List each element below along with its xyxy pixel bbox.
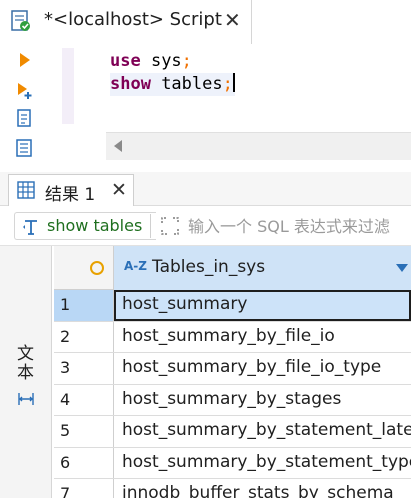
explain-plan-icon[interactable]	[14, 108, 34, 128]
code-keyword: use	[110, 51, 141, 71]
sql-editor[interactable]: use sys; show tables;	[0, 44, 411, 166]
table-row[interactable]: 4 host_summary_by_stages	[54, 384, 411, 416]
code-keyword: show	[110, 74, 151, 94]
code-identifier: sys	[140, 51, 182, 71]
row-number: 1	[54, 290, 114, 321]
table-row[interactable]: 1 host_summary	[54, 290, 411, 322]
grid-icon	[17, 181, 35, 199]
code-identifier: tables	[150, 74, 223, 94]
expand-icon[interactable]	[160, 216, 180, 236]
text-view-label: 文本	[13, 344, 33, 382]
filter-input[interactable]	[188, 211, 411, 241]
select-all-icon[interactable]	[90, 261, 104, 275]
results-view-switcher: 网格 文本	[0, 246, 411, 498]
column-header-tables-in-sys[interactable]: A-Z Tables_in_sys	[114, 246, 411, 290]
scroll-left-icon[interactable]	[114, 140, 122, 152]
script-editor-tab[interactable]: *<localhost> Script ✕	[0, 0, 252, 44]
results-tab-bar: 结果 1 ✕	[0, 172, 411, 206]
code-line-2: show tables;	[110, 73, 235, 96]
column-header-label: Tables_in_sys	[152, 257, 266, 277]
code-area[interactable]: use sys; show tables;	[110, 50, 235, 96]
code-line-1: use sys;	[110, 50, 235, 73]
results-grid[interactable]: A-Z Tables_in_sys 1 host_summary 2 host_…	[54, 246, 411, 498]
table-cell[interactable]: host_summary	[114, 290, 411, 321]
row-number: 7	[54, 479, 114, 498]
close-icon[interactable]: ✕	[111, 179, 127, 201]
text-view-button[interactable]: 文本	[12, 340, 40, 422]
text-caret	[232, 73, 235, 92]
results-tab-label: 结果 1	[45, 185, 96, 205]
close-icon[interactable]: ✕	[224, 10, 242, 30]
table-cell[interactable]: innodb_buffer_stats_by_schema	[114, 479, 411, 498]
table-cell[interactable]: host_summary_by_file_io	[114, 322, 411, 353]
table-cell[interactable]: host_summary_by_stages	[114, 385, 411, 416]
row-number: 2	[54, 321, 114, 352]
show-tables-button[interactable]: show tables	[14, 212, 156, 240]
divider	[150, 214, 151, 238]
script-tab-title: *<localhost> Script	[44, 9, 222, 30]
table-cell[interactable]: host_summary_by_statement_latency	[114, 416, 411, 447]
filter-bar: show tables	[0, 206, 411, 246]
row-number: 3	[54, 353, 114, 384]
sort-az-icon: A-Z	[124, 259, 147, 273]
sql-script-icon	[11, 10, 30, 31]
row-number: 5	[54, 416, 114, 447]
table-row[interactable]: 5 host_summary_by_statement_latency	[54, 416, 411, 448]
code-terminator: ;	[181, 51, 192, 71]
fold-column	[62, 48, 74, 124]
horizontal-scrollbar[interactable]	[106, 132, 411, 160]
table-row[interactable]: 3 host_summary_by_file_io_type	[54, 353, 411, 385]
grid-header: A-Z Tables_in_sys	[54, 246, 411, 290]
show-tables-label: show tables	[47, 216, 143, 235]
row-number-header[interactable]	[54, 246, 114, 290]
row-number: 6	[54, 447, 114, 478]
chevron-down-icon[interactable]	[396, 264, 408, 272]
editor-tab-bar: *<localhost> Script ✕	[0, 0, 411, 44]
table-row[interactable]: 6 host_summary_by_statement_type	[54, 447, 411, 479]
text-view-icon	[18, 393, 34, 405]
row-number: 4	[54, 384, 114, 415]
table-cell[interactable]: host_summary_by_statement_type	[114, 448, 411, 479]
table-row[interactable]: 7 innodb_buffer_stats_by_schema	[54, 479, 411, 498]
tab-results-1[interactable]: 结果 1 ✕	[8, 174, 134, 206]
load-script-icon[interactable]	[14, 138, 34, 158]
table-row[interactable]: 2 host_summary_by_file_io	[54, 321, 411, 353]
code-terminator: ;	[222, 74, 233, 94]
editor-toolbar	[0, 44, 44, 166]
execute-script-icon[interactable]	[14, 80, 34, 100]
execute-statement-icon[interactable]	[14, 50, 34, 70]
text-cursor-icon	[23, 220, 37, 235]
table-cell[interactable]: host_summary_by_file_io_type	[114, 353, 411, 384]
